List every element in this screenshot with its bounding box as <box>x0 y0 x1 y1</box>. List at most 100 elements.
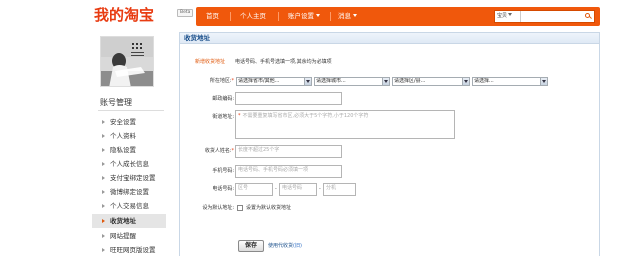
sidebar-item-label: 个人成长信息 <box>110 160 149 168</box>
city-select[interactable]: 请选择城市... <box>314 77 390 86</box>
arrow-right-icon <box>102 204 105 208</box>
default-address-checkbox[interactable] <box>237 205 243 211</box>
sidebar-item-alipay[interactable]: 支付宝绑定设置 <box>92 171 166 185</box>
phone-label: 电话号码: <box>212 186 234 192</box>
sidebar-item-label: 安全设置 <box>110 118 136 126</box>
search-box: 宝贝 <box>494 10 595 23</box>
beta-badge: Beta <box>177 9 194 17</box>
required-mark: * <box>231 78 235 84</box>
sidebar-item-privacy[interactable]: 隐私设置 <box>92 143 166 157</box>
sidebar: 账号管理 安全设置 个人资料 隐私设置 个人成长信息 支付宝绑定设置 微博绑定设… <box>92 32 166 256</box>
page-title: 收货地址 <box>184 34 210 42</box>
panel-header: 收货地址 <box>180 32 599 44</box>
phone-number-input[interactable]: 电话号码 <box>279 183 317 196</box>
nav-divider <box>230 12 231 21</box>
nav-account-settings[interactable]: 账户设置 <box>288 7 320 26</box>
zip-input[interactable] <box>235 92 342 105</box>
phone-separator: - <box>319 186 321 192</box>
search-scope-label: 宝贝 <box>497 13 508 19</box>
nav-home[interactable]: 首页 <box>206 7 219 26</box>
name-label: 收货人姓名:* <box>180 146 234 156</box>
arrow-right-icon <box>102 234 105 238</box>
sidebar-item-shipping-address[interactable]: 收货地址 <box>92 214 166 228</box>
search-scope-select[interactable]: 宝贝 <box>495 11 521 22</box>
sidebar-item-label: 网站提醒 <box>110 232 136 240</box>
arrow-right-icon <box>102 162 105 166</box>
search-icon[interactable] <box>583 12 593 21</box>
arrow-right-icon <box>102 176 105 180</box>
chevron-down-icon <box>508 13 513 16</box>
mobile-label: 手机号码: <box>212 168 234 174</box>
region-label: 所在地区:* <box>180 76 234 86</box>
required-mark: * <box>238 113 241 119</box>
form-hint: 电话号码、手机号选填一项,其余均为必填项 <box>235 59 332 65</box>
proxy-receive-old: (旧) <box>293 243 302 249</box>
nav-profile[interactable]: 个人主页 <box>240 7 266 26</box>
sidebar-item-label: 支付宝绑定设置 <box>110 174 156 182</box>
chevron-down-icon <box>316 14 320 17</box>
province-select-value: 请选择省市/其他... <box>238 78 280 84</box>
required-mark: * <box>231 148 235 154</box>
zip-label: 邮政编码: <box>212 96 234 102</box>
district-select[interactable]: 请选择区/县... <box>392 77 470 86</box>
sidebar-item-profile[interactable]: 个人资料 <box>92 129 166 143</box>
sidebar-item-growth[interactable]: 个人成长信息 <box>92 157 166 171</box>
street-select-value: 请选择... <box>474 78 494 84</box>
region-label-text: 所在地区: <box>209 78 232 84</box>
nav-messages[interactable]: 消息 <box>338 7 357 26</box>
nav-messages-label: 消息 <box>338 12 351 20</box>
arrow-right-icon <box>102 248 105 252</box>
chevron-down-icon <box>540 78 547 85</box>
nav-divider <box>278 12 279 21</box>
arrow-right-icon <box>102 134 105 138</box>
chevron-down-icon <box>462 78 469 85</box>
sidebar-item-site-reminder[interactable]: 网站提醒 <box>92 229 166 243</box>
chevron-down-icon <box>353 14 357 17</box>
header: 我的淘宝 Beta 首页 个人主页 账户设置 消息 宝贝 <box>0 0 640 32</box>
divider <box>98 110 164 111</box>
nav-divider <box>330 12 331 21</box>
sidebar-item-wangwang[interactable]: 旺旺网页版设置 <box>92 243 166 256</box>
arrow-right-icon <box>102 148 105 152</box>
proxy-receive-link[interactable]: 使用代收货(旧) <box>268 242 302 250</box>
sidebar-item-label: 微博绑定设置 <box>110 188 149 196</box>
district-select-value: 请选择区/县... <box>394 78 426 84</box>
province-select[interactable]: 请选择省市/其他... <box>236 77 312 86</box>
street-select[interactable]: 请选择... <box>472 77 548 86</box>
arrow-right-icon <box>102 219 105 223</box>
logo[interactable]: 我的淘宝 <box>94 6 154 24</box>
main-panel: 收货地址 新增收货地址 电话号码、手机号选填一项,其余均为必填项 所在地区:* … <box>179 32 600 256</box>
new-address-tab[interactable]: 新增收货地址 <box>195 59 225 66</box>
arrow-right-icon <box>102 120 105 124</box>
avatar[interactable] <box>100 36 154 87</box>
default-label: 设为默认地址: <box>202 205 234 211</box>
phone-area-input[interactable]: 区号 <box>235 183 273 196</box>
sidebar-item-label: 旺旺网页版设置 <box>110 246 156 254</box>
account-management-title: 账号管理 <box>100 98 132 107</box>
sidebar-item-security[interactable]: 安全设置 <box>92 115 166 129</box>
sidebar-item-label: 收货地址 <box>110 217 136 225</box>
mobile-input[interactable]: 电话号码、手机号码必须填一项 <box>235 165 342 178</box>
save-button[interactable]: 保存 <box>238 240 264 252</box>
default-address-checkbox-label[interactable]: 设置为默认收货地址 <box>246 204 291 212</box>
sidebar-item-trade-info[interactable]: 个人交易信息 <box>92 199 166 213</box>
sidebar-item-weibo[interactable]: 微博绑定设置 <box>92 185 166 199</box>
city-select-value: 请选择城市... <box>316 78 346 84</box>
proxy-receive-prefix: 使用代收货 <box>268 243 294 249</box>
phone-ext-input[interactable]: 分机 <box>323 183 356 196</box>
sidebar-item-label: 个人资料 <box>110 132 136 140</box>
street-label: 街道地址: <box>180 112 234 122</box>
name-label-text: 收货人姓名: <box>204 148 232 154</box>
sidebar-item-label: 个人交易信息 <box>110 202 149 210</box>
sidebar-item-label: 隐私设置 <box>110 146 136 154</box>
recipient-name-input[interactable]: 长度不超过25个字 <box>235 145 342 158</box>
street-placeholder: 不需要重复填写省市区,必须大于5个字符,小于120个字符 <box>242 113 369 119</box>
chevron-down-icon <box>304 78 311 85</box>
phone-separator: - <box>275 186 277 192</box>
street-textarea[interactable]: * 不需要重复填写省市区,必须大于5个字符,小于120个字符 <box>235 110 455 139</box>
street-label-text: 街道地址: <box>212 114 234 120</box>
nav-account-label: 账户设置 <box>288 12 314 20</box>
chevron-down-icon <box>382 78 389 85</box>
search-input[interactable] <box>522 11 582 22</box>
arrow-right-icon <box>102 190 105 194</box>
